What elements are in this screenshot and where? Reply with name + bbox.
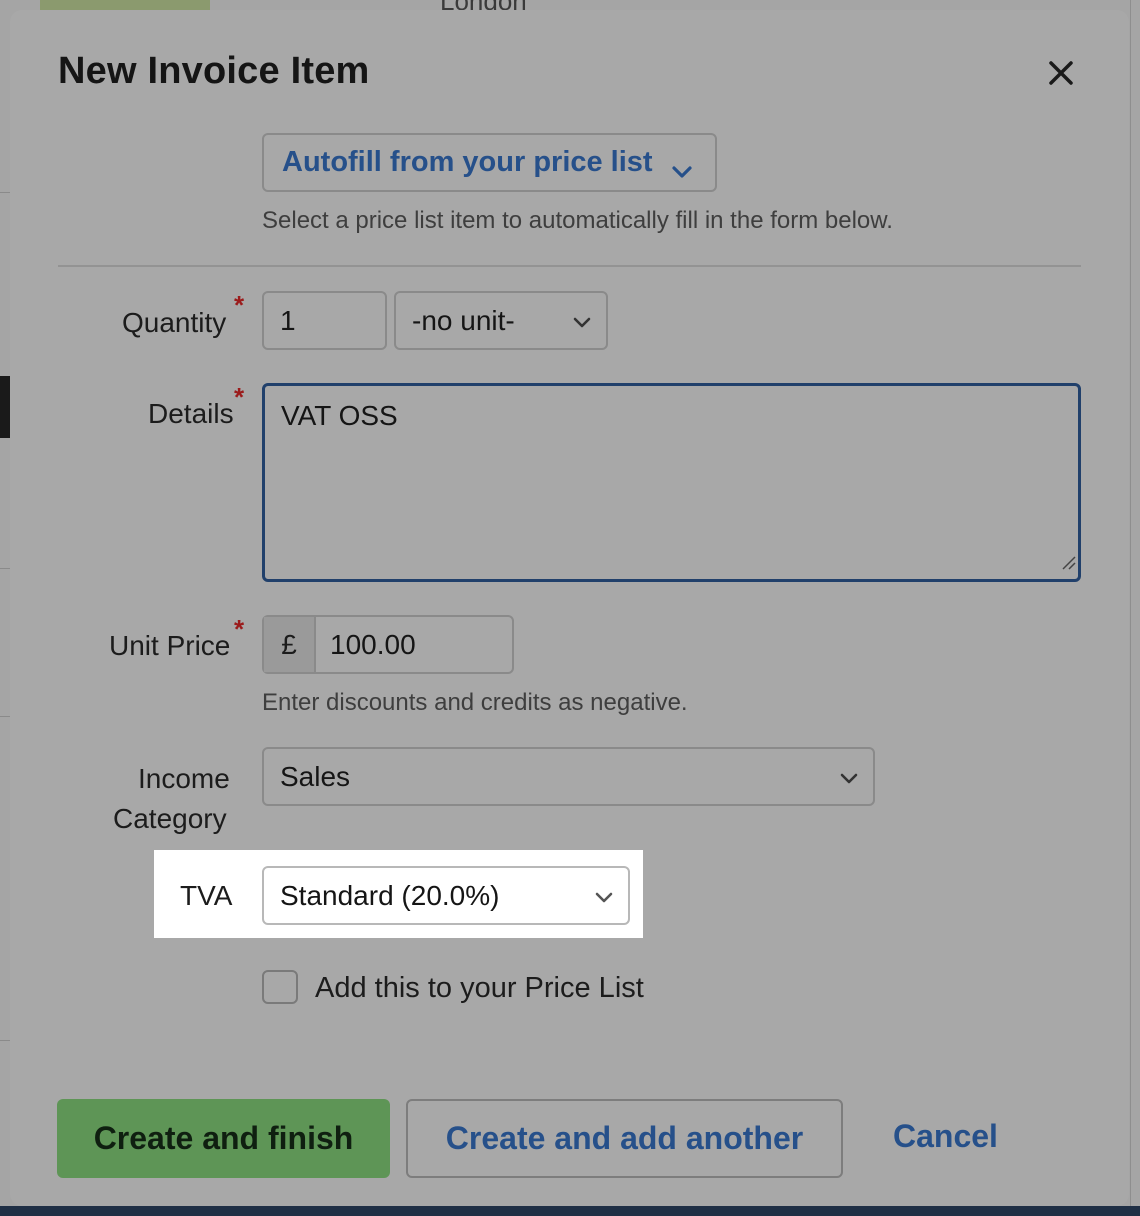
autofill-help-text: Select a price list item to automaticall…	[262, 207, 893, 234]
details-label: Details	[148, 398, 234, 429]
unit-price-value: 100.00	[330, 628, 416, 660]
background-divider	[0, 192, 10, 193]
modal-title: New Invoice Item	[58, 50, 370, 92]
quantity-value: 1	[280, 304, 296, 336]
create-and-add-another-button[interactable]: Create and add another	[406, 1099, 843, 1178]
required-star: *	[234, 290, 245, 320]
unit-value: -no unit-	[412, 304, 515, 336]
close-icon[interactable]	[1046, 58, 1076, 88]
background-divider	[0, 1040, 10, 1041]
price-list-checkbox[interactable]	[262, 970, 298, 1004]
section-divider	[58, 265, 1081, 267]
cancel-button[interactable]: Cancel	[893, 1118, 998, 1155]
currency-symbol: £	[264, 617, 316, 672]
chevron-down-icon	[594, 880, 614, 912]
unit-price-label: Unit Price	[109, 630, 231, 661]
quantity-label: Quantity	[122, 307, 227, 338]
background-image-edge	[40, 0, 210, 10]
unit-price-input[interactable]: 100.00	[316, 617, 512, 672]
required-star: *	[234, 382, 245, 412]
tva-value: Standard (20.0%)	[280, 879, 500, 911]
chevron-down-icon	[572, 305, 592, 337]
chevron-down-icon	[671, 155, 693, 188]
background-divider	[1130, 0, 1131, 1216]
price-list-checkbox-label[interactable]: Add this to your Price List	[315, 972, 644, 1005]
autofill-label: Autofill from your price list	[282, 146, 653, 178]
unit-price-input-group: £ 100.00	[262, 615, 514, 674]
income-category-select[interactable]: Sales	[262, 747, 875, 806]
background-footer-bar	[0, 1206, 1140, 1216]
tva-label: TVA	[180, 880, 233, 911]
background-divider	[0, 568, 10, 569]
required-star: *	[234, 614, 245, 644]
income-category-label-line1: Income	[138, 763, 230, 794]
create-and-finish-button[interactable]: Create and finish	[57, 1099, 390, 1178]
unit-select[interactable]: -no unit-	[394, 291, 608, 350]
details-value: VAT OSS	[281, 400, 398, 431]
autofill-price-list-button[interactable]: Autofill from your price list	[262, 133, 717, 192]
income-category-value: Sales	[280, 760, 351, 792]
chevron-down-icon	[839, 761, 859, 793]
resize-grip-icon[interactable]	[1060, 545, 1076, 577]
quantity-input[interactable]: 1	[262, 291, 387, 350]
new-invoice-item-modal: New Invoice Item Autofill from your pric…	[10, 10, 1129, 1206]
details-textarea[interactable]: VAT OSS	[262, 383, 1081, 582]
income-category-label-line2: Category	[113, 803, 227, 834]
tva-select[interactable]: Standard (20.0%)	[262, 866, 630, 925]
background-divider	[0, 716, 10, 717]
background-dark-block	[0, 376, 10, 438]
unit-price-help-text: Enter discounts and credits as negative.	[262, 689, 688, 716]
